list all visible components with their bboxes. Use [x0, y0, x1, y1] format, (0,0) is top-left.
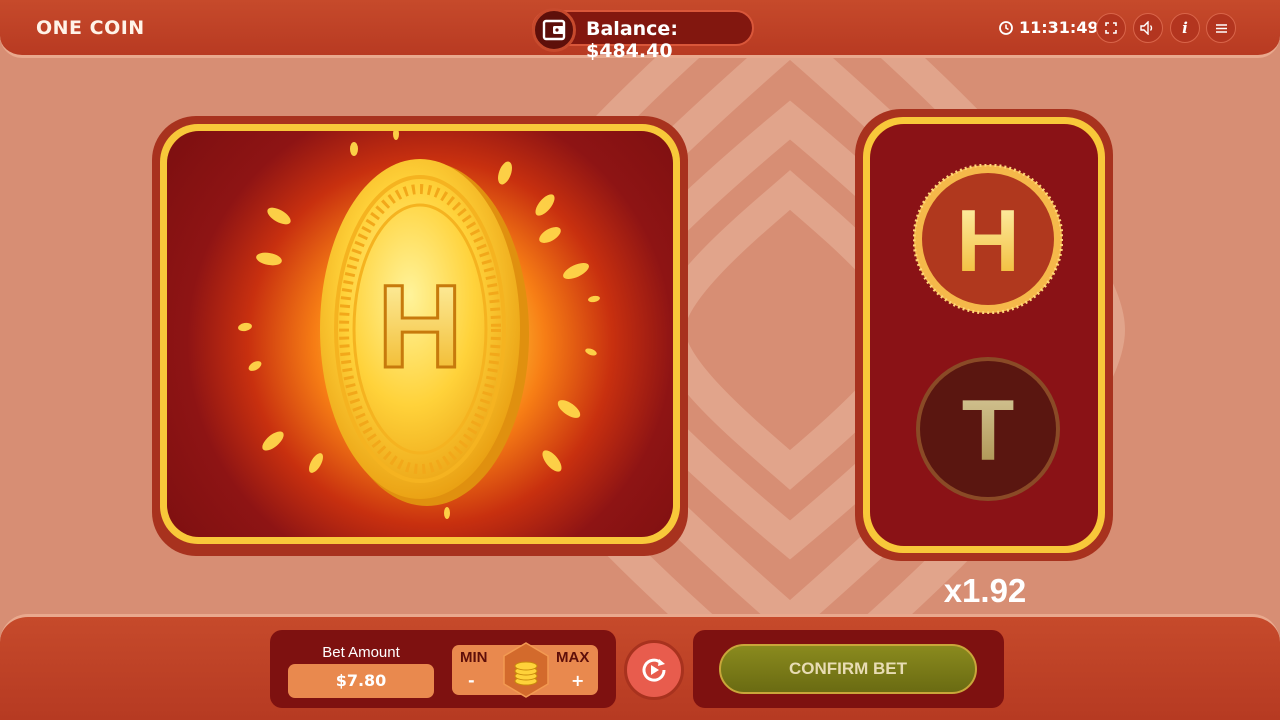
menu-button[interactable] [1206, 13, 1236, 43]
coin-illustration: H [238, 131, 600, 519]
fullscreen-button[interactable] [1096, 13, 1126, 43]
clock-time: 11:31:49 [1019, 18, 1099, 37]
hamburger-icon [1215, 23, 1227, 33]
replay-icon [642, 658, 666, 682]
bet-adjust-box: MIN MAX - + [452, 642, 598, 698]
coins-icon [503, 642, 549, 698]
balance-display: Balance: $484.40 [532, 8, 754, 62]
game-title: ONE COIN [36, 17, 145, 39]
coin-display-card: H [152, 116, 688, 556]
autoplay-button[interactable] [624, 640, 684, 700]
sound-button[interactable] [1133, 13, 1163, 43]
balance-text: Balance: $484.40 [586, 18, 678, 62]
coin-stage: H [167, 131, 673, 537]
bet-amount-label: Bet Amount [322, 644, 400, 661]
increase-bet-button[interactable]: + [571, 671, 584, 690]
fullscreen-icon [1105, 22, 1117, 34]
coin-face-letter: H [377, 261, 462, 393]
info-button[interactable]: i [1170, 13, 1200, 43]
confirm-panel: CONFIRM BET [693, 630, 1004, 708]
clock-icon [999, 21, 1013, 35]
heads-label: H [956, 191, 1020, 290]
min-bet-button[interactable]: MIN [460, 649, 488, 666]
bet-amount-field[interactable]: $7.80 [288, 664, 434, 698]
speaker-icon [1140, 21, 1153, 35]
info-icon: i [1182, 19, 1188, 37]
tails-choice-button[interactable]: T [915, 356, 1061, 502]
payout-multiplier: x1.92 [943, 572, 1027, 609]
decrease-bet-button[interactable]: - [468, 671, 475, 690]
max-bet-button[interactable]: MAX [556, 649, 589, 666]
tails-label: T [962, 383, 1015, 479]
wallet-icon[interactable] [532, 8, 576, 52]
heads-choice-button[interactable]: H [913, 164, 1063, 314]
bet-panel: Bet Amount $7.80 MIN MAX - + [270, 630, 616, 708]
choice-panel: H T [855, 109, 1113, 561]
confirm-bet-button[interactable]: CONFIRM BET [719, 644, 977, 694]
header-bar: ONE COIN Balance: $484.40 11:31:49 i [0, 0, 1280, 62]
